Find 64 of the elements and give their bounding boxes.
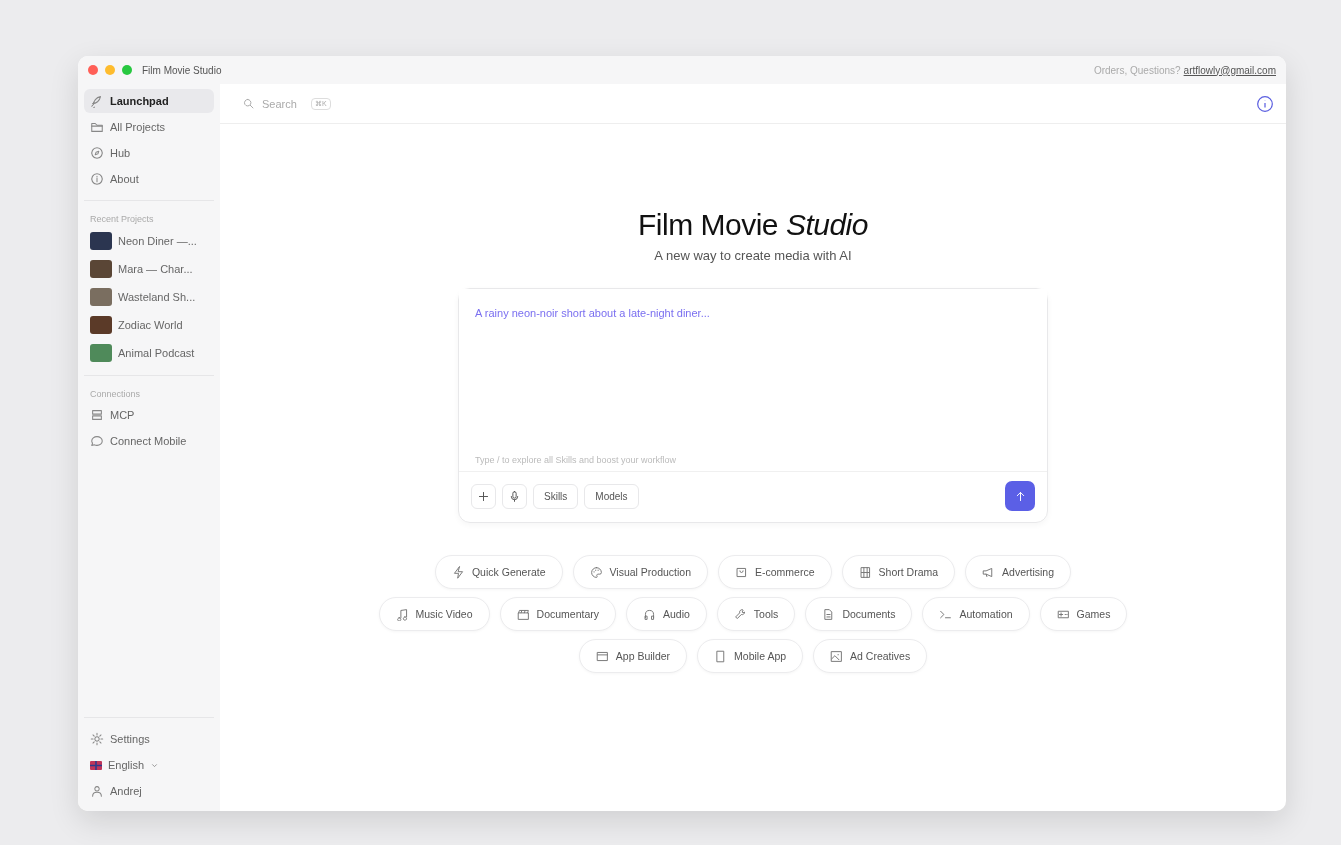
plus-icon <box>477 489 490 503</box>
category-chip[interactable]: Automation <box>922 597 1030 631</box>
send-button[interactable] <box>1005 481 1035 511</box>
clapperboard-icon <box>516 607 530 621</box>
server-icon <box>90 408 104 422</box>
recent-project-item[interactable]: Mara — Char... <box>84 256 214 282</box>
sidebar-item[interactable]: Settings <box>84 727 214 751</box>
category-chip[interactable]: App Builder <box>578 639 688 673</box>
user-icon <box>90 784 104 798</box>
prompt-input[interactable]: A rainy neon-noir short about a late-night diner... <box>459 289 1047 455</box>
sidebar-item[interactable]: Launchpad <box>84 89 214 113</box>
toolbar-button[interactable]: Skills <box>533 483 579 509</box>
sidebar-item[interactable]: Connect Mobile <box>84 429 214 453</box>
category-chip[interactable]: Quick Generate <box>434 555 563 589</box>
category-chip[interactable]: Music Video <box>378 597 490 631</box>
category-chip[interactable]: Documents <box>805 597 913 631</box>
category-chip[interactable]: Documentary <box>499 597 616 631</box>
mic-icon <box>508 489 521 503</box>
category-chip[interactable]: Advertising <box>965 555 1072 589</box>
search-input[interactable]: Search <box>260 96 306 111</box>
category-chip[interactable]: Ad Creatives <box>813 639 928 673</box>
palette-icon <box>589 565 603 579</box>
recent-project-item[interactable]: Animal Podcast <box>84 340 214 366</box>
category-chip[interactable]: Tools <box>716 597 796 631</box>
zoom-button[interactable] <box>122 65 132 75</box>
category-chip[interactable]: Games <box>1039 597 1128 631</box>
sidebar-item[interactable]: Hub <box>84 141 214 165</box>
section-heading: Connections <box>89 388 142 401</box>
recent-project-item[interactable]: Neon Diner —... <box>84 228 214 254</box>
music-note-icon <box>395 607 409 621</box>
headphones-icon <box>643 607 656 621</box>
recent-project-item[interactable]: Zodiac World <box>84 312 214 338</box>
window-icon <box>595 649 609 663</box>
search-icon <box>242 97 255 110</box>
image-icon <box>830 649 844 663</box>
category-chip[interactable]: Mobile App <box>697 639 804 673</box>
info-icon[interactable] <box>1256 94 1274 113</box>
toolbar-button[interactable]: Models <box>584 483 639 509</box>
section-heading: Recent Projects <box>89 213 155 226</box>
add-button[interactable] <box>471 483 496 509</box>
folder-icon <box>90 120 104 134</box>
sidebar-item[interactable]: Andrej <box>84 779 214 803</box>
sidebar-item[interactable]: All Projects <box>84 115 214 139</box>
wrench-icon <box>733 607 747 621</box>
hero-title: Film Movie Studio <box>638 208 868 242</box>
window-title: Film Movie Studio <box>142 64 223 76</box>
sidebar-item[interactable]: English <box>84 753 214 777</box>
category-chip[interactable]: E-commerce <box>718 555 832 589</box>
recent-project-item[interactable]: Wasteland Sh... <box>84 284 214 310</box>
sidebar-item[interactable]: About <box>84 167 214 191</box>
flag-icon <box>90 760 102 770</box>
compass-icon <box>90 146 104 160</box>
email-link[interactable]: artflowly@gmail.com <box>1183 64 1276 76</box>
category-chip[interactable]: Short Drama <box>841 555 956 589</box>
microphone-button[interactable] <box>502 483 527 509</box>
close-button[interactable] <box>88 65 98 75</box>
sidebar-item[interactable]: MCP <box>84 403 214 427</box>
hero-subtitle: A new way to create media with AI <box>654 248 852 263</box>
contact-label: Orders, Questions? <box>1093 64 1181 76</box>
category-chip[interactable]: Audio <box>626 597 707 631</box>
category-chip[interactable]: Visual Production <box>572 555 709 589</box>
chat-bubble-icon <box>90 434 104 448</box>
info-icon <box>90 172 104 186</box>
lightning-icon <box>451 565 465 579</box>
